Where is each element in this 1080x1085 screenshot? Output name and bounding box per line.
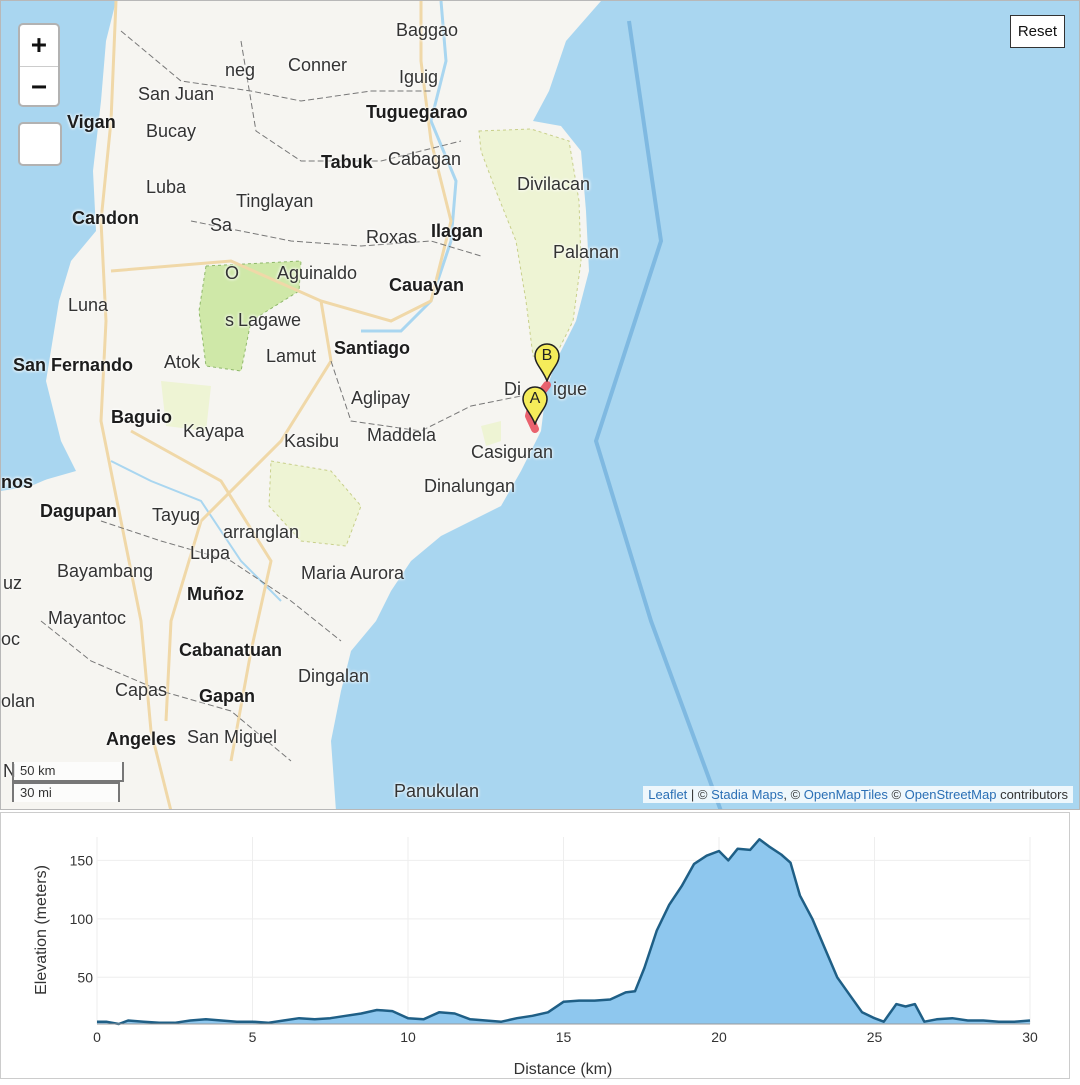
scale-bar-km: 50 km xyxy=(12,762,124,782)
place-santiago: Santiago xyxy=(334,338,411,358)
x-tick-label: 0 xyxy=(93,1029,101,1045)
place-bayambang: Bayambang xyxy=(57,561,154,581)
place-olan: olan xyxy=(1,691,36,711)
place-palanan: Palanan xyxy=(553,242,620,262)
place-luna: Luna xyxy=(68,295,109,315)
reset-button[interactable]: Reset xyxy=(1009,15,1065,48)
place-oc: oc xyxy=(1,629,21,649)
place-panukulan: Panukulan xyxy=(394,781,480,801)
place-cabanatuan: Cabanatuan xyxy=(179,640,283,660)
attrib-sep-3: © xyxy=(887,787,905,802)
place-s: s xyxy=(225,310,234,330)
place-cauayan: Cauayan xyxy=(389,275,465,295)
zoom-control: + − xyxy=(18,23,60,107)
place-vigan: Vigan xyxy=(67,112,116,132)
place-neg: neg xyxy=(225,60,256,80)
place-bucay: Bucay xyxy=(146,121,197,141)
y-tick-label: 50 xyxy=(77,969,93,985)
place-lagawe: Lagawe xyxy=(238,310,302,330)
elevation-chart-panel: 0 5 10 15 20 25 30 50 100 150 Distance (km) Elev… xyxy=(0,812,1080,1080)
chart-border xyxy=(0,812,1070,1079)
map-attribution: Leaflet | © Stadia Maps, © OpenMapTiles … xyxy=(643,786,1073,803)
place-baguio: Baguio xyxy=(111,407,172,427)
openstreetmap-link[interactable]: OpenStreetMap xyxy=(905,787,997,802)
leaflet-link[interactable]: Leaflet xyxy=(648,787,687,802)
place-dinalungan: Dinalungan xyxy=(424,476,516,496)
x-axis-label: Distance (km) xyxy=(514,1061,613,1078)
y-tick-label: 150 xyxy=(70,852,94,868)
place-tinglayan: Tinglayan xyxy=(236,191,314,211)
place-gapan: Gapan xyxy=(199,686,256,706)
place-munoz: Muñoz xyxy=(187,584,244,604)
x-tick-label: 15 xyxy=(556,1029,572,1045)
x-tick-label: 5 xyxy=(249,1029,257,1045)
x-tick-label: 30 xyxy=(1022,1029,1038,1045)
attrib-sep-1: | © xyxy=(687,787,712,802)
place-tabuk: Tabuk xyxy=(321,152,373,172)
x-tick-label: 10 xyxy=(400,1029,416,1045)
place-maddela: Maddela xyxy=(367,425,437,445)
place-ilagan: Ilagan xyxy=(431,221,484,241)
place-luba: Luba xyxy=(146,177,187,197)
place-capas: Capas xyxy=(115,680,168,700)
place-kayapa: Kayapa xyxy=(183,421,245,441)
place-candon: Candon xyxy=(72,208,139,228)
place-san-juan: San Juan xyxy=(138,84,215,104)
place-aglipay: Aglipay xyxy=(351,388,411,408)
layers-button[interactable] xyxy=(18,122,62,166)
place-dagupan: Dagupan xyxy=(40,501,118,521)
attrib-tail: contributors xyxy=(996,787,1068,802)
place-san-fernando: San Fernando xyxy=(13,355,134,375)
x-tick-label: 20 xyxy=(711,1029,727,1045)
place-atok: Atok xyxy=(164,352,201,372)
offshore-boundary xyxy=(593,20,723,809)
place-baggao: Baggao xyxy=(396,20,459,40)
place-roxas: Roxas xyxy=(366,227,418,247)
y-axis-label: Elevation (meters) xyxy=(33,865,50,995)
place-angeles: Angeles xyxy=(106,729,177,749)
place-dinapigue-right: igue xyxy=(553,379,588,399)
marker-b-label: B xyxy=(541,347,553,364)
place-tayug: Tayug xyxy=(152,505,201,525)
stadia-link[interactable]: Stadia Maps xyxy=(711,787,783,802)
place-o: O xyxy=(225,263,240,283)
place-sa: Sa xyxy=(210,215,233,235)
zoom-out-button[interactable]: − xyxy=(20,67,58,108)
place-uz: uz xyxy=(3,573,23,593)
place-san-miguel: San Miguel xyxy=(187,727,278,747)
place-aguinaldo: Aguinaldo xyxy=(277,263,358,283)
place-lamut: Lamut xyxy=(266,346,317,366)
place-nos: nos xyxy=(1,472,34,492)
place-maria-aurora: Maria Aurora xyxy=(301,563,405,583)
place-iguig: Iguig xyxy=(399,67,439,87)
scale-bar-mi: 30 mi xyxy=(12,782,120,802)
place-dingalan: Dingalan xyxy=(298,666,370,686)
place-mayantoc: Mayantoc xyxy=(48,608,127,628)
place-kasibu: Kasibu xyxy=(284,431,340,451)
place-arranglan: arranglan xyxy=(223,522,300,542)
place-casiguran: Casiguran xyxy=(471,442,554,462)
place-lupa: Lupa xyxy=(190,543,231,563)
y-tick-label: 100 xyxy=(70,911,94,927)
marker-a-label: A xyxy=(529,390,541,407)
place-divilacan: Divilacan xyxy=(517,174,591,194)
zoom-in-button[interactable]: + xyxy=(20,25,58,67)
x-tick-label: 25 xyxy=(867,1029,883,1045)
marker-a[interactable]: A xyxy=(521,385,549,425)
place-dinapigue-left: Di xyxy=(504,379,521,399)
marker-b[interactable]: B xyxy=(533,342,561,382)
elevation-chart: 0 5 10 15 20 25 30 50 100 150 Distance (km) Elev… xyxy=(0,812,1070,1079)
map-view[interactable]: Baggao neg Conner Iguig San Juan Tuguega… xyxy=(0,0,1080,810)
attrib-sep-2: , © xyxy=(783,787,804,802)
place-conner: Conner xyxy=(288,55,348,75)
place-cabagan: Cabagan xyxy=(388,149,462,169)
openmaptiles-link[interactable]: OpenMapTiles xyxy=(804,787,888,802)
place-tuguegarao: Tuguegarao xyxy=(366,102,468,122)
